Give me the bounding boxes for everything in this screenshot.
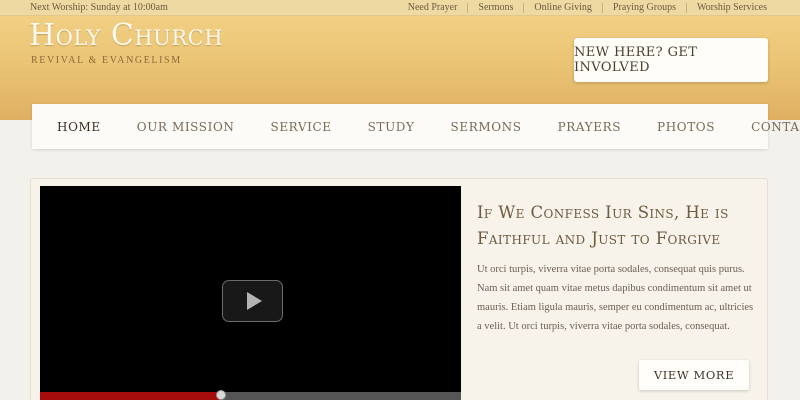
play-icon (246, 292, 262, 310)
nav-item-photos[interactable]: PHOTOS (657, 120, 715, 134)
logo-title[interactable]: Holy Church (29, 18, 223, 53)
video-progress-handle[interactable] (216, 390, 226, 400)
play-button[interactable] (222, 280, 283, 322)
top-link-sermons[interactable]: Sermons (468, 2, 523, 13)
nav-item-sermons[interactable]: SERMONS (451, 120, 522, 134)
view-more-button[interactable]: VIEW MORE (639, 360, 749, 390)
nav-item-our-mission[interactable]: OUR MISSION (137, 120, 235, 134)
top-link-praying-groups[interactable]: Praying Groups (603, 2, 686, 13)
main-nav: HOME OUR MISSION SERVICE STUDY SERMONS P… (32, 104, 800, 149)
nav-item-prayers[interactable]: PRAYERS (558, 120, 621, 134)
top-bar: Next Worship: Sunday at 10:00am Need Pra… (0, 0, 800, 16)
nav-item-contacts[interactable]: CONTACTS (751, 120, 800, 134)
top-link-need-prayer[interactable]: Need Prayer (398, 2, 468, 13)
top-link-worship-services[interactable]: Worship Services (687, 2, 767, 13)
video-progress-fill (40, 392, 221, 400)
get-involved-button[interactable]: NEW HERE? GET INVOLVED (574, 38, 768, 82)
nav-item-study[interactable]: STUDY (368, 120, 415, 134)
feature-body: Ut orci turpis, viverra vitae porta soda… (477, 264, 754, 332)
feature-headline: If We Confess Iur Sins, He is Faithful a… (477, 203, 729, 248)
nav-item-home[interactable]: HOME (57, 120, 101, 134)
logo-subtitle: REVIVAL & EVANGELISM (31, 55, 182, 66)
top-link-online-giving[interactable]: Online Giving (524, 2, 602, 13)
nav-item-service[interactable]: SERVICE (271, 120, 332, 134)
next-worship-text: Next Worship: Sunday at 10:00am (30, 2, 168, 13)
top-links: Need Prayer Sermons Online Giving Prayin… (398, 2, 767, 13)
